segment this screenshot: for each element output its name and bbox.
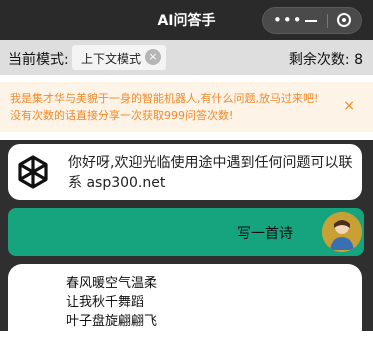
reply-line: 春风暖空气温柔 xyxy=(66,276,158,291)
chat-area[interactable]: 你好呀,欢迎光临使用途中遇到任何问题可以联系 asp300.net 写一首诗 春… xyxy=(0,140,373,344)
mode-chip-label: 上下文模式 xyxy=(81,52,142,66)
notice-close-icon[interactable]: × xyxy=(343,98,355,114)
openai-logo-icon xyxy=(18,155,48,189)
capsule-divider xyxy=(327,14,328,28)
remaining-label: 剩余次数: xyxy=(288,52,350,68)
notice-banner: 我是集才华与美貌于一身的智能机器人,有什么问题,放马过来吧!没有次数的话直接分享… xyxy=(0,82,373,132)
notice-text: 我是集才华与美貌于一身的智能机器人,有什么问题,放马过来吧!没有次数的话直接分享… xyxy=(10,92,319,122)
window-controls: ••• xyxy=(262,7,362,34)
mode-bar: 当前模式: 上下文模式 × 剩余次数: 8 xyxy=(0,40,373,75)
title-bar: AI问答手 ••• xyxy=(0,0,373,40)
reply-line: 叶子盘旋翩翩飞 xyxy=(66,314,158,329)
mode-label: 当前模式: xyxy=(8,52,69,68)
ai-reply-message: 春风暖空气温柔 让我秋千舞蹈 叶子盘旋翩翩飞 xyxy=(8,264,362,344)
clear-mode-icon[interactable]: × xyxy=(145,49,161,65)
user-message-text: 写一首诗 xyxy=(237,226,293,242)
minimize-icon[interactable] xyxy=(305,20,317,22)
mode-chip[interactable]: 上下文模式 × xyxy=(72,45,166,70)
avatar-person-icon xyxy=(322,212,362,252)
reply-line: 让我秋千舞蹈 xyxy=(66,295,145,310)
remaining-count: 剩余次数: 8 xyxy=(289,49,363,69)
ai-message: 你好呀,欢迎光临使用途中遇到任何问题可以联系 asp300.net xyxy=(8,144,362,200)
user-message: 写一首诗 xyxy=(8,208,364,256)
more-dots-icon[interactable]: ••• xyxy=(273,11,303,29)
remaining-value: 8 xyxy=(354,52,363,68)
target-close-icon[interactable] xyxy=(337,13,351,27)
user-avatar xyxy=(322,212,362,252)
ai-message-text: 你好呀,欢迎光临使用途中遇到任何问题可以联系 asp300.net xyxy=(68,155,353,191)
